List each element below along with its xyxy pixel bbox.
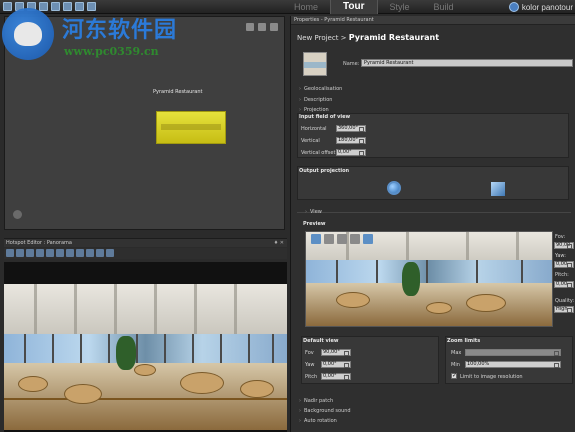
- rotate-tool-icon[interactable]: [66, 249, 74, 257]
- hotspot-panorama-view[interactable]: [4, 262, 287, 432]
- section-nadir-patch[interactable]: Nadir patch: [299, 398, 333, 404]
- hotspot-editor-title-text: Hotspot Editor : Panorama: [6, 240, 72, 246]
- zoom-in-icon[interactable]: [36, 249, 44, 257]
- vertical-offset-label: Vertical offset: [301, 150, 336, 156]
- preview-zoom-icon[interactable]: [337, 234, 347, 244]
- map-tool-3-icon[interactable]: [270, 23, 278, 31]
- redo-icon[interactable]: [51, 2, 60, 11]
- move-tool-icon[interactable]: [76, 249, 84, 257]
- preview-fov-input[interactable]: 90,00: [554, 242, 574, 249]
- preview-select-icon[interactable]: [311, 234, 321, 244]
- grid-tool-icon[interactable]: [86, 249, 94, 257]
- zoom-out-icon[interactable]: [46, 249, 54, 257]
- kolor-logo-icon: [508, 2, 519, 12]
- equirectangular-panorama-image: [4, 284, 287, 430]
- horizontal-fov-spinbox[interactable]: 360,00°: [336, 125, 366, 132]
- default-fov-label: Fov: [305, 350, 314, 356]
- section-description[interactable]: Description: [299, 97, 332, 103]
- breadcrumb: New Project > Pyramid Restaurant: [297, 33, 439, 42]
- tab-style[interactable]: Style: [378, 0, 422, 14]
- tab-home[interactable]: Home: [282, 0, 330, 14]
- cubic-projection-icon[interactable]: [491, 182, 505, 196]
- name-label: Name:: [343, 61, 360, 67]
- limit-resolution-checkbox[interactable]: [451, 372, 457, 379]
- spherical-projection-icon[interactable]: [387, 181, 401, 195]
- limit-resolution-label: Limit to image resolution: [460, 374, 523, 380]
- preview-globe-icon[interactable]: [363, 234, 373, 244]
- brand: kolor panotour: [508, 0, 573, 14]
- preview-panorama-image[interactable]: [306, 232, 552, 326]
- default-fov-spinbox[interactable]: 90,00°: [321, 349, 351, 356]
- preview-fov-label: Fov:: [555, 234, 566, 240]
- section-auto-rotation[interactable]: Auto rotation: [299, 418, 337, 424]
- polygon-hotspot-icon[interactable]: [26, 249, 34, 257]
- tab-tour[interactable]: Tour: [330, 0, 378, 14]
- new-project-icon[interactable]: [3, 2, 12, 11]
- vertical-offset-spinbox[interactable]: 0,00°: [336, 149, 366, 156]
- watermark-logo-icon: [2, 8, 54, 60]
- settings-icon[interactable]: [63, 2, 72, 11]
- section-view[interactable]: View: [305, 209, 322, 215]
- divider: [297, 212, 571, 213]
- quality-label: Quality:: [555, 298, 575, 304]
- zoom-limits-title: Zoom limits: [447, 338, 481, 344]
- point-hotspot-icon[interactable]: [16, 249, 24, 257]
- properties-header: Properties - Pyramid Restaurant: [291, 16, 575, 25]
- zoom-min-label: Min: [451, 362, 460, 368]
- image-tool-icon[interactable]: [96, 249, 104, 257]
- panorama-node-label: Pyramid Restaurant: [153, 89, 203, 95]
- horizontal-label: Horizontal: [301, 126, 327, 132]
- name-input[interactable]: Pyramid Restaurant: [361, 59, 573, 67]
- section-geolocalisation[interactable]: Geolocalisation: [299, 86, 342, 92]
- zoom-min-input[interactable]: 100,00%: [465, 361, 561, 368]
- breadcrumb-title: Pyramid Restaurant: [348, 33, 440, 42]
- vertical-fov-spinbox[interactable]: 180,00°: [336, 137, 366, 144]
- zoom-max-input[interactable]: [465, 349, 561, 356]
- input-fov-title: Input field of view: [299, 114, 351, 120]
- map-tool-2-icon[interactable]: [258, 23, 266, 31]
- preview-toolbar: [311, 234, 373, 244]
- default-view-title: Default view: [303, 338, 339, 344]
- default-yaw-spinbox[interactable]: 0,00°: [321, 361, 351, 368]
- hotspot-editor-title: Hotspot Editor : Panorama ♦ ✕: [4, 238, 287, 247]
- export-tool-icon[interactable]: [106, 249, 114, 257]
- tab-build[interactable]: Build: [422, 0, 466, 14]
- preview-title: Preview: [303, 221, 326, 227]
- preview-yaw-label: Yaw:: [555, 253, 566, 259]
- preview-icon[interactable]: [87, 2, 96, 11]
- main-tabs: Home Tour Style Build: [282, 0, 466, 14]
- hotspot-toolbar: [4, 248, 287, 259]
- undo-icon[interactable]: [39, 2, 48, 11]
- default-pitch-spinbox[interactable]: 0,00°: [321, 373, 351, 380]
- quality-select[interactable]: High: [554, 306, 574, 313]
- preview-yaw-input[interactable]: 0,00: [554, 261, 574, 268]
- brand-name: kolor panotour: [521, 2, 573, 12]
- panorama-node-thumbnail[interactable]: [156, 111, 226, 144]
- preview-pan-icon[interactable]: [324, 234, 334, 244]
- properties-panel: Properties - Pyramid Restaurant New Proj…: [290, 16, 575, 432]
- link-tool-icon[interactable]: [56, 249, 64, 257]
- preview-pitch-input[interactable]: 0,00: [554, 281, 574, 288]
- panel-controls[interactable]: ♦ ✕: [274, 239, 284, 248]
- preview-rotate-icon[interactable]: [350, 234, 360, 244]
- watermark-url: www.pc0359.cn: [64, 45, 159, 58]
- select-tool-icon[interactable]: [6, 249, 14, 257]
- panorama-thumbnail: [303, 52, 327, 76]
- default-pitch-label: Pitch: [305, 374, 318, 380]
- play-icon[interactable]: [75, 2, 84, 11]
- map-tools: [246, 23, 278, 31]
- default-yaw-label: Yaw: [305, 362, 315, 368]
- preview-pitch-label: Pitch:: [555, 272, 569, 278]
- section-background-sound[interactable]: Background sound: [299, 408, 351, 414]
- map-tool-1-icon[interactable]: [246, 23, 254, 31]
- zoom-max-label: Max: [451, 350, 462, 356]
- output-projection-title: Output projection: [299, 168, 350, 174]
- map-navigation-icon[interactable]: [13, 210, 22, 219]
- breadcrumb-prefix[interactable]: New Project >: [297, 34, 349, 42]
- watermark-title: 河东软件园: [62, 17, 178, 43]
- vertical-label: Vertical: [301, 138, 320, 144]
